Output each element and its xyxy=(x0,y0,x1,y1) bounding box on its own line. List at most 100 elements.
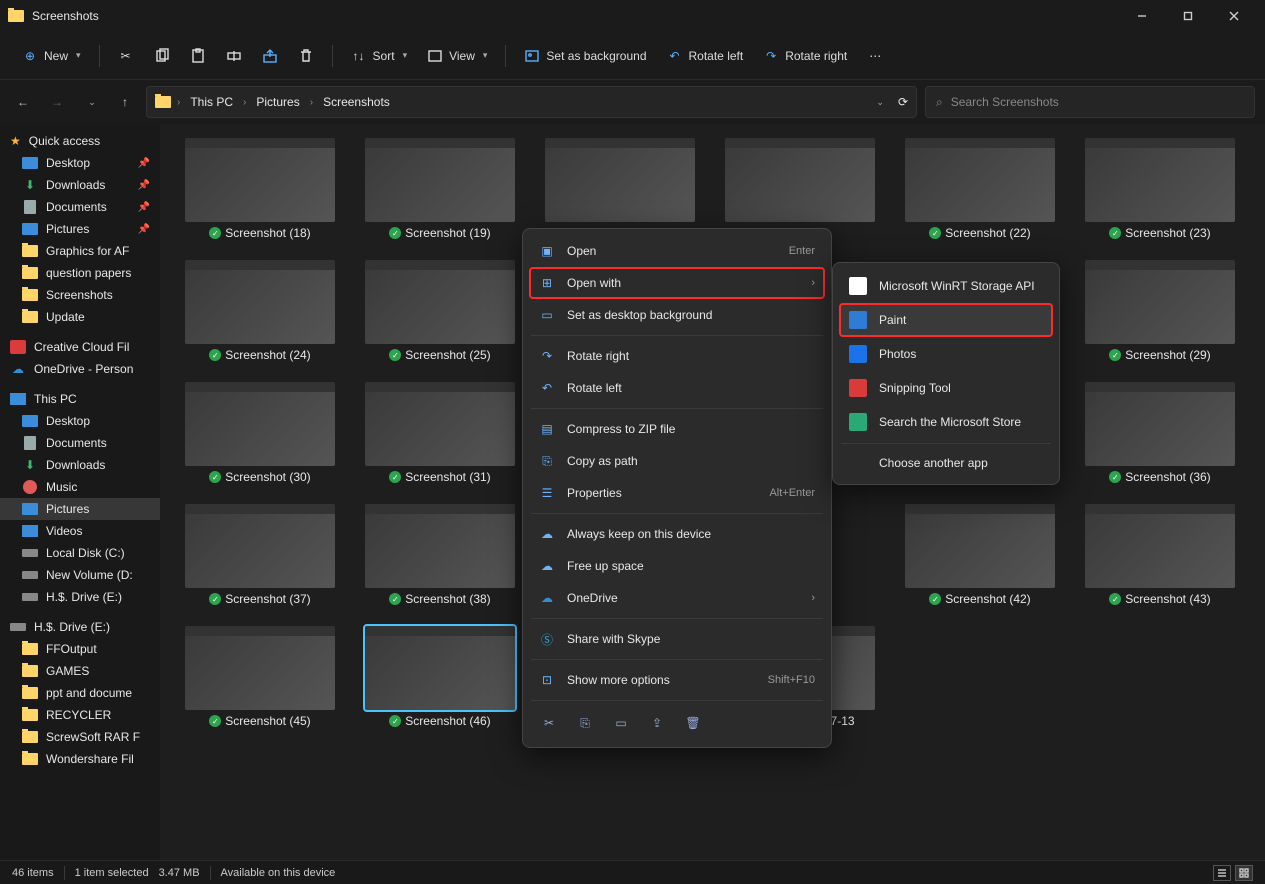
sidebar-item[interactable]: Wondershare Fil xyxy=(0,748,160,770)
sidebar-this-pc[interactable]: This PC xyxy=(0,388,160,410)
ctx-copy-path[interactable]: ⎘Copy as path xyxy=(529,445,825,477)
ctx-skype[interactable]: ⓈShare with Skype xyxy=(529,623,825,655)
file-item[interactable]: ✓Screenshot (19) xyxy=(354,138,526,240)
sidebar-item[interactable]: Update xyxy=(0,306,160,328)
crumb-screenshots[interactable]: Screenshots xyxy=(319,93,394,111)
new-button[interactable]: ⊕New▾ xyxy=(14,42,89,70)
refresh-button[interactable]: ⟳ xyxy=(898,95,908,109)
sidebar-item[interactable]: ppt and docume xyxy=(0,682,160,704)
forward-button[interactable]: → xyxy=(44,89,70,115)
copy-button[interactable] xyxy=(146,42,178,70)
file-item[interactable]: ✓Screenshot (25) xyxy=(354,260,526,362)
set-background-button[interactable]: Set as background xyxy=(516,42,654,70)
minimize-button[interactable] xyxy=(1119,0,1165,32)
open-with-app[interactable]: Microsoft WinRT Storage API xyxy=(839,269,1053,303)
file-item[interactable]: ✓Screenshot (29) xyxy=(1074,260,1246,362)
sidebar-item[interactable]: H.$. Drive (E:) xyxy=(0,586,160,608)
file-item[interactable]: ✓Screenshot (18) xyxy=(174,138,346,240)
ctx-rotate-left[interactable]: ↶Rotate left xyxy=(529,372,825,404)
ctx-set-bg[interactable]: ▭Set as desktop background xyxy=(529,299,825,331)
ctx-compress[interactable]: ▤Compress to ZIP file xyxy=(529,413,825,445)
rotate-right-button[interactable]: ↷Rotate right xyxy=(755,42,855,70)
open-with-app[interactable]: Snipping Tool xyxy=(839,371,1053,405)
ctx-share[interactable]: ⇪ xyxy=(647,713,667,733)
sidebar-quick-access[interactable]: ★Quick access xyxy=(0,130,160,152)
ctx-onedrive[interactable]: ☁OneDrive› xyxy=(529,582,825,614)
path-icon: ⎘ xyxy=(539,453,555,469)
sidebar-item[interactable]: Documents xyxy=(0,432,160,454)
thumbnails-view-button[interactable] xyxy=(1235,865,1253,881)
file-item[interactable]: ✓Screenshot (24) xyxy=(174,260,346,362)
sidebar-item[interactable]: Desktop xyxy=(0,410,160,432)
open-with-app[interactable]: Photos xyxy=(839,337,1053,371)
sidebar-item[interactable]: ⬇Downloads📌 xyxy=(0,174,160,196)
delete-button[interactable] xyxy=(290,42,322,70)
file-item[interactable] xyxy=(714,138,886,240)
ctx-cut[interactable]: ✂ xyxy=(539,713,559,733)
file-item[interactable]: ✓Screenshot (36) xyxy=(1074,382,1246,484)
ctx-free-up[interactable]: ☁Free up space xyxy=(529,550,825,582)
sort-button[interactable]: ↑↓Sort▾ xyxy=(343,42,416,70)
open-with-app[interactable]: Paint xyxy=(839,303,1053,337)
sidebar-item[interactable]: Screenshots xyxy=(0,284,160,306)
sidebar-ext-drive[interactable]: H.$. Drive (E:) xyxy=(0,616,160,638)
cut-button[interactable]: ✂ xyxy=(110,42,142,70)
ctx-delete[interactable]: 🗑 xyxy=(683,713,703,733)
sidebar-item[interactable]: question papers xyxy=(0,262,160,284)
ctx-copy[interactable]: ⎘ xyxy=(575,713,595,733)
file-item[interactable] xyxy=(534,138,706,240)
sidebar-item[interactable]: Desktop📌 xyxy=(0,152,160,174)
sidebar-item[interactable]: ScrewSoft RAR F xyxy=(0,726,160,748)
search-input[interactable]: ⌕ Search Screenshots xyxy=(925,86,1255,118)
paste-button[interactable] xyxy=(182,42,214,70)
sidebar-item[interactable]: ⬇Downloads xyxy=(0,454,160,476)
sidebar-item[interactable]: Music xyxy=(0,476,160,498)
ctx-always-keep[interactable]: ☁Always keep on this device xyxy=(529,518,825,550)
sidebar-item[interactable]: Creative Cloud Fil xyxy=(0,336,160,358)
ctx-open[interactable]: ▣OpenEnter xyxy=(529,235,825,267)
maximize-button[interactable] xyxy=(1165,0,1211,32)
rename-button[interactable] xyxy=(218,42,250,70)
sidebar-item[interactable]: GAMES xyxy=(0,660,160,682)
file-item[interactable]: ✓Screenshot (42) xyxy=(894,504,1066,606)
sidebar-item[interactable]: Graphics for AF xyxy=(0,240,160,262)
file-item[interactable]: ✓Screenshot (31) xyxy=(354,382,526,484)
crumb-pictures[interactable]: Pictures xyxy=(252,93,303,111)
more-button[interactable]: ⋯ xyxy=(859,42,891,70)
file-item[interactable]: ✓Screenshot (43) xyxy=(1074,504,1246,606)
ctx-rename[interactable]: ▭ xyxy=(611,713,631,733)
ctx-open-with[interactable]: ⊞Open with› xyxy=(529,267,825,299)
file-item[interactable]: ✓Screenshot (22) xyxy=(894,138,1066,240)
recent-button[interactable]: ⌄ xyxy=(78,89,104,115)
sidebar-item[interactable]: Videos xyxy=(0,520,160,542)
ctx-more-options[interactable]: ⊡Show more optionsShift+F10 xyxy=(529,664,825,696)
sidebar-item[interactable]: ☁OneDrive - Person xyxy=(0,358,160,380)
share-button[interactable] xyxy=(254,42,286,70)
close-button[interactable] xyxy=(1211,0,1257,32)
file-item[interactable]: ✓Screenshot (37) xyxy=(174,504,346,606)
view-button[interactable]: View▾ xyxy=(419,42,495,70)
file-item[interactable]: ✓Screenshot (23) xyxy=(1074,138,1246,240)
rotate-left-button[interactable]: ↶Rotate left xyxy=(659,42,752,70)
sidebar-item[interactable]: Pictures xyxy=(0,498,160,520)
file-item[interactable]: ✓Screenshot (46) xyxy=(354,626,526,742)
sidebar-item[interactable]: New Volume (D: xyxy=(0,564,160,586)
file-item[interactable]: ✓Screenshot (30) xyxy=(174,382,346,484)
choose-another-app[interactable]: Choose another app xyxy=(839,448,1053,478)
crumb-this-pc[interactable]: This PC xyxy=(186,93,237,111)
sidebar-item[interactable]: Documents📌 xyxy=(0,196,160,218)
sidebar-item[interactable]: Local Disk (C:) xyxy=(0,542,160,564)
ctx-properties[interactable]: ☰PropertiesAlt+Enter xyxy=(529,477,825,509)
ctx-rotate-right[interactable]: ↷Rotate right xyxy=(529,340,825,372)
open-with-app[interactable]: Search the Microsoft Store xyxy=(839,405,1053,439)
sidebar-item[interactable]: FFOutput xyxy=(0,638,160,660)
sidebar-item[interactable]: RECYCLER xyxy=(0,704,160,726)
chevron-down-icon[interactable]: ⌄ xyxy=(876,97,884,108)
details-view-button[interactable] xyxy=(1213,865,1231,881)
file-item[interactable]: ✓Screenshot (38) xyxy=(354,504,526,606)
back-button[interactable]: ← xyxy=(10,89,36,115)
sidebar-item[interactable]: Pictures📌 xyxy=(0,218,160,240)
up-button[interactable]: ↑ xyxy=(112,89,138,115)
address-bar[interactable]: › This PC› Pictures› Screenshots ⌄ ⟳ xyxy=(146,86,917,118)
file-item[interactable]: ✓Screenshot (45) xyxy=(174,626,346,742)
